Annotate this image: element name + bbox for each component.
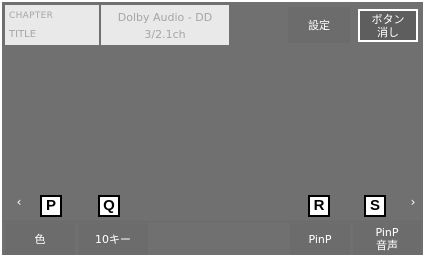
callout-p: P [40,195,62,217]
audio-format-display: Dolby Audio - DD 3/2.1ch [101,5,229,45]
audio-format: Dolby Audio - DD [117,11,213,24]
pinp-audio-label-line1: PinP [375,226,399,239]
chapter-label: CHAPTER [9,11,54,21]
callout-s: S [364,195,386,217]
display-panel: CHAPTER TITLE Dolby Audio - DD 3/2.1ch 設… [2,2,423,255]
title-label: TITLE [9,29,37,40]
pinp-button-label: PinP [308,232,332,246]
settings-button-label: 設定 [308,18,330,32]
pinp-audio-label-line2: 音声 [376,239,398,252]
pinp-button[interactable]: PinP [290,223,350,255]
hide-buttons-label-line2: 消し [377,25,399,39]
settings-button[interactable]: 設定 [288,7,350,43]
color-button-label: 色 [34,232,46,246]
color-button[interactable]: 色 [5,223,75,255]
hide-buttons-label-line1: ボタン [371,12,405,26]
pinp-audio-button[interactable]: PinP 音声 [353,223,421,255]
dvd-player-screen: CHAPTER TITLE Dolby Audio - DD 3/2.1ch 設… [0,0,425,257]
hide-buttons-button[interactable]: ボタン 消し [358,9,418,42]
callout-r: R [308,195,330,217]
tenkey-button[interactable]: 10キー [78,223,148,255]
chevron-right-icon[interactable]: › [407,195,419,209]
button-bar-divider [2,221,423,222]
tenkey-button-label: 10キー [95,232,131,246]
chevron-left-icon[interactable]: ‹ [13,195,25,209]
callout-q: Q [98,195,120,217]
chapter-title-display: CHAPTER TITLE [5,5,99,45]
audio-channels: 3/2.1ch [144,28,186,41]
